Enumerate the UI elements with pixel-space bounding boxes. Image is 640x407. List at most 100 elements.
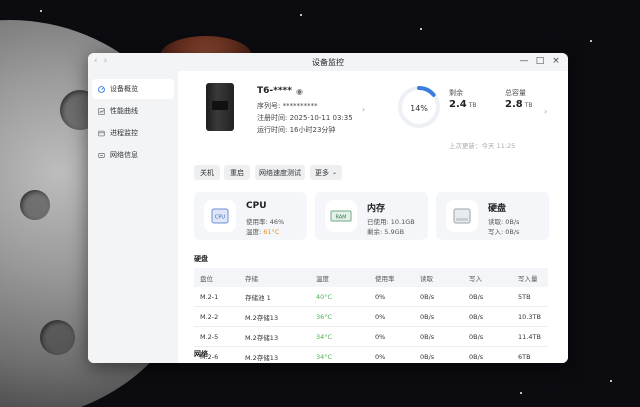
cpu-card: CPU CPU 使用率: 46% 温度: 61°C bbox=[194, 192, 307, 240]
cell-write: 0B/s bbox=[463, 287, 512, 307]
cell-usage: 0% bbox=[369, 326, 414, 347]
table-row: M.2-5 M.2存储13 34°C 0% 0B/s 0B/s 11.4TB bbox=[194, 326, 548, 347]
register-row: 注册时间: 2025-10-11 03:35 bbox=[257, 113, 353, 123]
more-label: 更多 bbox=[314, 168, 329, 177]
chevron-right-icon[interactable]: › bbox=[544, 107, 547, 116]
sidebar-item-label: 性能曲线 bbox=[110, 107, 138, 115]
disk-card: 硬盘 读取: 0B/s 写入: 0B/s bbox=[436, 192, 549, 240]
total-number: 2.8 bbox=[505, 99, 523, 110]
column-header: 写入 bbox=[463, 268, 512, 287]
column-header: 存储 bbox=[239, 268, 310, 287]
column-header: 温度 bbox=[310, 268, 369, 287]
cell-temperature: 34°C bbox=[310, 326, 369, 347]
shutdown-button[interactable]: 关机 bbox=[194, 165, 220, 180]
sidebar-item-network[interactable]: 网络信息 bbox=[92, 145, 174, 165]
disk-section-title: 硬盘 bbox=[194, 255, 208, 263]
svg-text:CPU: CPU bbox=[215, 215, 226, 221]
storage-usage-percent: 14% bbox=[410, 104, 428, 113]
cell-write: 0B/s bbox=[463, 346, 512, 363]
cell-written-total: 10.3TB bbox=[512, 306, 548, 327]
cell-temperature: 36°C bbox=[310, 306, 369, 327]
table-row: M.2-6 M.2存储13 34°C 0% 0B/s 0B/s 6TB bbox=[194, 346, 548, 363]
table-row: M.2-1 存储池 1 40°C 0% 0B/s 0B/s 5TB bbox=[194, 287, 548, 307]
cell-write: 0B/s bbox=[463, 306, 512, 327]
cell-storage: M.2存储13 bbox=[239, 306, 310, 327]
minimize-button[interactable]: — bbox=[518, 56, 530, 66]
dashboard-icon bbox=[98, 85, 105, 93]
cpu-temp-value: 61°C bbox=[263, 228, 280, 236]
cell-storage: M.2存储13 bbox=[239, 326, 310, 347]
device-image bbox=[206, 83, 234, 131]
total-unit: TB bbox=[524, 102, 533, 109]
register-value: 2025-10-11 03:35 bbox=[289, 114, 353, 122]
svg-text:RAM: RAM bbox=[335, 215, 346, 221]
uptime-value: 16小时23分钟 bbox=[289, 126, 336, 134]
serial-label: 序列号: bbox=[257, 102, 281, 110]
column-header: 盘位 bbox=[194, 268, 239, 287]
cell-written-total: 6TB bbox=[512, 346, 548, 363]
table-row: M.2-2 M.2存储13 36°C 0% 0B/s 0B/s 10.3TB bbox=[194, 306, 548, 327]
remaining-label: 剩余 bbox=[449, 89, 463, 97]
window-title: 设备监控 bbox=[312, 58, 344, 67]
cpu-title: CPU bbox=[246, 201, 267, 211]
cell-read: 0B/s bbox=[414, 306, 463, 327]
cpu-icon: CPU bbox=[204, 200, 236, 232]
cell-usage: 0% bbox=[369, 306, 414, 327]
memory-free: 剩余: 5.9GB bbox=[367, 228, 405, 236]
ram-icon: RAM bbox=[325, 200, 357, 232]
uptime-label: 运行时间: bbox=[257, 126, 288, 134]
sidebar-item-performance[interactable]: 性能曲线 bbox=[92, 101, 174, 121]
cpu-temp-label: 温度: bbox=[246, 228, 264, 236]
device-name: T6-**** bbox=[257, 86, 292, 96]
cell-storage: M.2存储13 bbox=[239, 346, 310, 363]
titlebar: ‹› 设备监控 — □ × bbox=[88, 53, 568, 71]
remaining-number: 2.4 bbox=[449, 99, 467, 110]
sidebar: 设备概览 性能曲线 进程监控 网络信息 bbox=[88, 71, 178, 363]
process-icon bbox=[98, 130, 105, 136]
speedtest-button[interactable]: 网络速度测试 bbox=[255, 165, 305, 180]
cell-read: 0B/s bbox=[414, 346, 463, 363]
chart-icon bbox=[98, 107, 105, 115]
uptime-row: 运行时间: 16小时23分钟 bbox=[257, 125, 335, 135]
network-section-title: 网络 bbox=[194, 350, 208, 358]
register-label: 注册时间: bbox=[257, 114, 288, 122]
remaining-value: 2.4 TB bbox=[449, 99, 477, 110]
cell-storage: 存储池 1 bbox=[239, 287, 310, 307]
cell-usage: 0% bbox=[369, 287, 414, 307]
disk-read: 读取: 0B/s bbox=[488, 218, 520, 226]
reboot-button[interactable]: 重启 bbox=[224, 165, 250, 180]
cell-slot: M.2-5 bbox=[194, 326, 239, 347]
memory-title: 内存 bbox=[367, 204, 386, 214]
cpu-temperature: 温度: 61°C bbox=[246, 226, 279, 236]
serial-row: 序列号: ********** bbox=[257, 101, 318, 111]
disk-table: 盘位 存储 温度 使用率 读取 写入 写入量 M.2-1 存储池 1 40°C … bbox=[194, 268, 548, 363]
column-header: 读取 bbox=[414, 268, 463, 287]
cell-write: 0B/s bbox=[463, 326, 512, 347]
cell-slot: M.2-2 bbox=[194, 306, 239, 327]
cpu-usage: 使用率: 46% bbox=[246, 218, 285, 226]
memory-used: 已使用: 10.1GB bbox=[367, 218, 415, 226]
sidebar-item-processes[interactable]: 进程监控 bbox=[92, 123, 174, 143]
disk-write: 写入: 0B/s bbox=[488, 228, 520, 236]
more-button[interactable]: 更多 ⌄ bbox=[310, 165, 342, 180]
chevron-right-icon[interactable]: › bbox=[362, 105, 365, 114]
maximize-button[interactable]: □ bbox=[534, 56, 546, 66]
sidebar-item-label: 进程监控 bbox=[110, 129, 138, 137]
table-header-row: 盘位 存储 温度 使用率 读取 写入 写入量 bbox=[194, 268, 548, 287]
total-value: 2.8 TB bbox=[505, 99, 533, 110]
disk-icon bbox=[446, 200, 478, 232]
column-header: 写入量 bbox=[512, 268, 548, 287]
network-icon bbox=[98, 152, 105, 158]
window-controls: — □ × bbox=[514, 56, 562, 66]
sidebar-item-overview[interactable]: 设备概览 bbox=[92, 79, 174, 99]
cell-usage: 0% bbox=[369, 346, 414, 363]
eye-icon[interactable]: ◉ bbox=[296, 87, 303, 96]
cell-read: 0B/s bbox=[414, 326, 463, 347]
total-label: 总容量 bbox=[505, 89, 526, 97]
cell-temperature: 34°C bbox=[310, 346, 369, 363]
close-button[interactable]: × bbox=[550, 56, 562, 66]
cell-read: 0B/s bbox=[414, 287, 463, 307]
serial-value: ********** bbox=[282, 102, 318, 110]
cell-written-total: 5TB bbox=[512, 287, 548, 307]
main-content: T6-**** ◉ › 序列号: ********** 注册时间: 2025-1… bbox=[178, 71, 568, 363]
